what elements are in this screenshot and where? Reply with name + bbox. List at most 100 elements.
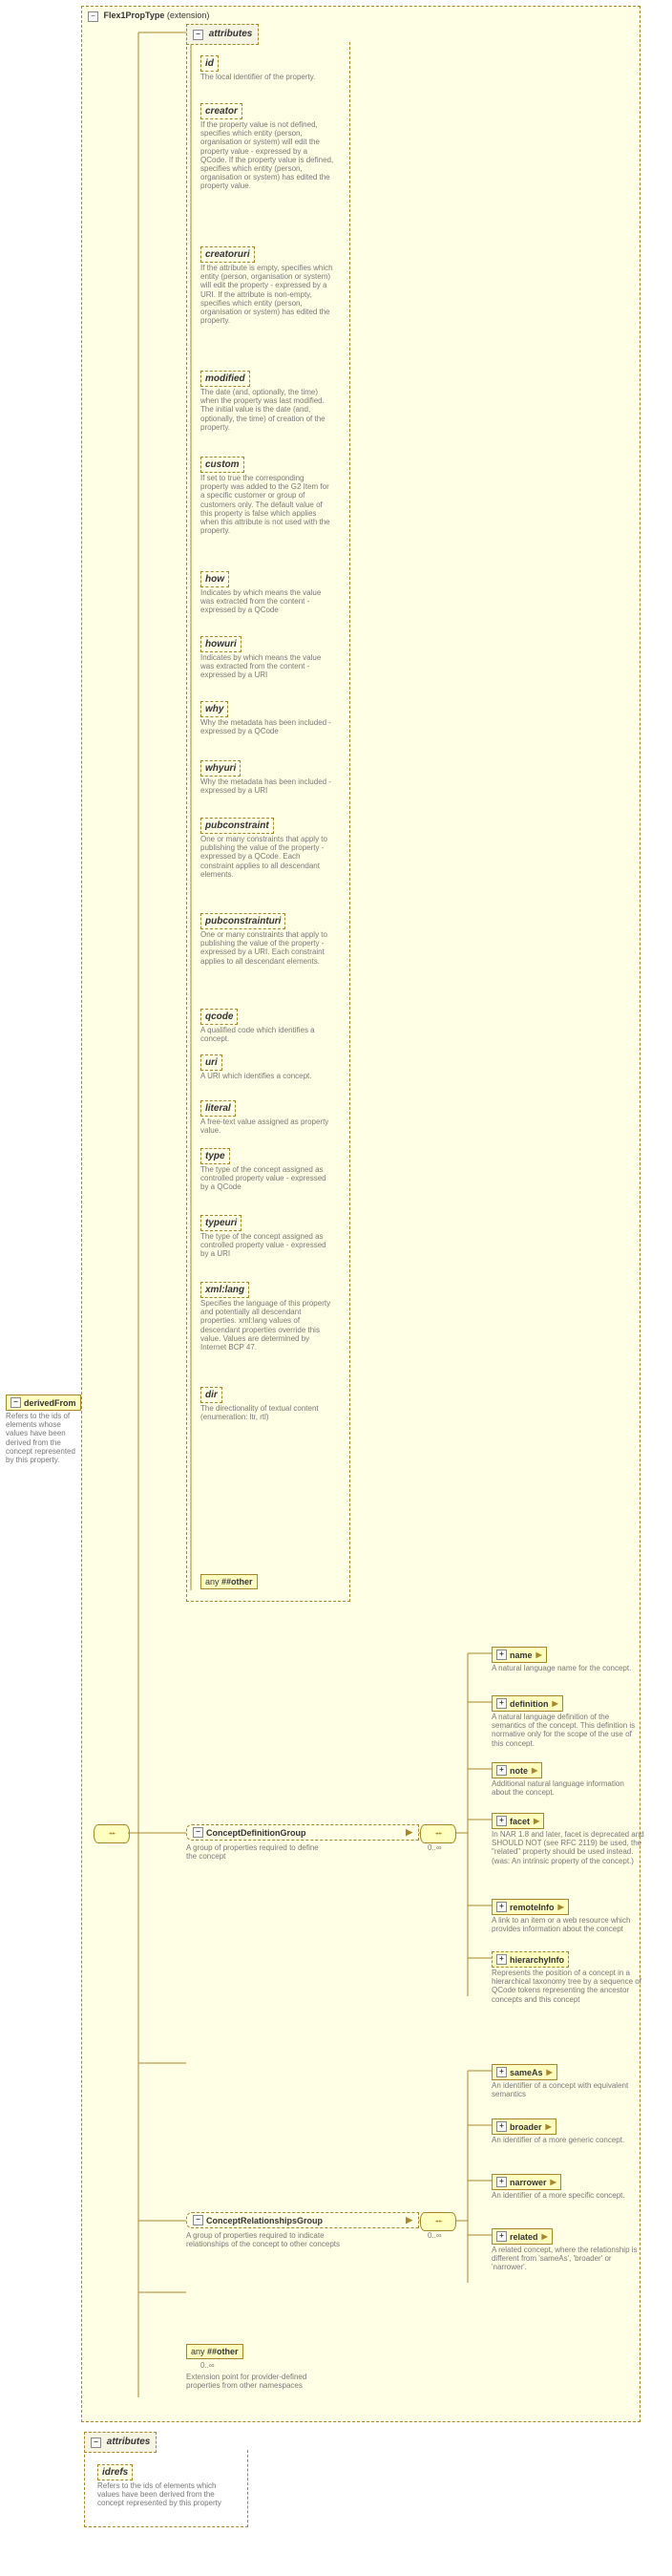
nav-arrow-icon: ▶ xyxy=(542,2232,548,2241)
rel-occurrence: 0..∞ xyxy=(428,2231,442,2240)
element-name: hierarchyInfo xyxy=(510,1955,564,1965)
attr-desc: One or many constraints that apply to pu… xyxy=(200,930,334,966)
attr-idrefs: idrefs xyxy=(97,2464,133,2480)
collapse-icon[interactable]: − xyxy=(193,1827,203,1838)
element-desc: A link to an item or a web resource whic… xyxy=(492,1916,644,1933)
element-desc: A natural language definition of the sem… xyxy=(492,1713,644,1748)
nav-arrow-icon: ▶ xyxy=(558,1903,564,1911)
expand-icon[interactable]: + xyxy=(496,1650,507,1660)
expand-icon[interactable]: + xyxy=(496,2231,507,2242)
element-name[interactable]: +name▶ xyxy=(492,1647,547,1663)
attr-custom: custom xyxy=(200,457,244,473)
attributes-label: attributes xyxy=(209,29,253,39)
element-name: narrower xyxy=(510,2178,547,2187)
any-attribute-top: any ##other xyxy=(200,1574,258,1589)
attr-desc: If the attribute is empty, specifies whi… xyxy=(200,264,334,325)
attr-desc: Why the metadata has been included - exp… xyxy=(200,777,334,795)
any-element-bottom: any ##other xyxy=(186,2344,243,2359)
collapse-icon[interactable]: − xyxy=(193,30,203,40)
attr-pubconstrainturi: pubconstrainturi xyxy=(200,913,285,929)
collapse-icon[interactable]: − xyxy=(91,2438,101,2448)
element-name: name xyxy=(510,1650,533,1660)
element-name: note xyxy=(510,1766,528,1776)
root-sequence: -•-•- xyxy=(94,1824,130,1843)
nav-arrow-icon: ▶ xyxy=(534,1817,539,1825)
element-facet[interactable]: +facet▶ xyxy=(492,1813,544,1829)
attr-desc: Why the metadata has been included - exp… xyxy=(200,718,334,735)
attr-desc: The date (and, optionally, the time) whe… xyxy=(200,388,334,432)
expand-icon[interactable]: + xyxy=(496,2121,507,2132)
element-desc: An identifier of a more specific concept… xyxy=(492,2191,644,2200)
expand-icon[interactable]: + xyxy=(496,2177,507,2187)
collapse-icon[interactable]: − xyxy=(10,1397,21,1408)
expand-icon[interactable]: + xyxy=(496,1816,507,1826)
attr-desc: A free-text value assigned as property v… xyxy=(200,1118,334,1135)
attr-id: id xyxy=(200,55,219,72)
element-definition[interactable]: +definition▶ xyxy=(492,1695,563,1712)
group-name: ConceptDefinitionGroup xyxy=(206,1828,306,1838)
extension-type-name: Flex1PropType xyxy=(104,11,165,20)
element-name: related xyxy=(510,2232,538,2242)
attr-literal: literal xyxy=(200,1100,236,1117)
element-related[interactable]: +related ▶ xyxy=(492,2228,553,2245)
def-sequence: -•-•- xyxy=(420,1824,456,1843)
group-description: A group of properties required to define… xyxy=(186,1843,329,1861)
attr-idrefs-desc: Refers to the ids of elements which valu… xyxy=(97,2481,231,2508)
attr-desc: If the property value is not defined, sp… xyxy=(200,120,334,191)
element-desc: In NAR 1.8 and later, facet is deprecate… xyxy=(492,1830,644,1865)
expand-icon[interactable]: + xyxy=(496,1765,507,1776)
attr-desc: The local identifier of the property. xyxy=(200,73,334,81)
element-broader[interactable]: +broader ▶ xyxy=(492,2118,556,2135)
nav-arrow-icon: ▶ xyxy=(406,2215,412,2225)
element-desc: A natural language name for the concept. xyxy=(492,1664,644,1672)
def-occurrence: 0..∞ xyxy=(428,1843,442,1852)
collapse-icon[interactable]: − xyxy=(193,2215,203,2225)
attr-desc: A URI which identifies a concept. xyxy=(200,1072,334,1080)
element-name: definition xyxy=(510,1699,549,1709)
root-description: Refers to the ids of elements whose valu… xyxy=(6,1412,80,1464)
element-desc: An identifier of a more generic concept. xyxy=(492,2136,644,2144)
collapse-icon[interactable]: − xyxy=(88,11,98,22)
root-element[interactable]: − derivedFrom xyxy=(6,1394,81,1411)
attr-creator: creator xyxy=(200,103,242,119)
attr-creatoruri: creatoruri xyxy=(200,246,255,263)
nav-arrow-icon: ▶ xyxy=(532,1766,537,1775)
element-sameas[interactable]: +sameAs▶ xyxy=(492,2064,557,2080)
any-bottom-desc: Extension point for provider-defined pro… xyxy=(186,2373,315,2390)
any-ns: ##other xyxy=(221,1577,253,1586)
attr-dir: dir xyxy=(200,1387,222,1403)
attr-desc: Indicates by which means the value was e… xyxy=(200,653,334,680)
attr-desc: If set to true the corresponding propert… xyxy=(200,474,334,535)
attr-desc: Specifies the language of this property … xyxy=(200,1299,334,1352)
element-note[interactable]: +note ▶ xyxy=(492,1762,542,1778)
attr-desc: The type of the concept assigned as cont… xyxy=(200,1232,334,1259)
any-label: any xyxy=(191,2347,207,2356)
element-remoteinfo[interactable]: +remoteInfo▶ xyxy=(492,1899,569,1915)
rel-sequence: -•-•- xyxy=(420,2212,456,2231)
concept-relationships-group[interactable]: − ConceptRelationshipsGroup ▶ xyxy=(186,2212,419,2228)
expand-icon[interactable]: + xyxy=(496,2067,507,2077)
concept-definition-group[interactable]: − ConceptDefinitionGroup ▶ xyxy=(186,1824,419,1841)
attr-type: type xyxy=(200,1148,230,1164)
extension-label: (extension) xyxy=(167,11,210,20)
nav-arrow-icon: ▶ xyxy=(547,2068,553,2076)
element-name: remoteInfo xyxy=(510,1903,555,1912)
element-desc: A related concept, where the relationshi… xyxy=(492,2246,644,2272)
expand-icon[interactable]: + xyxy=(496,1902,507,1912)
group-name: ConceptRelationshipsGroup xyxy=(206,2216,323,2225)
group-description: A group of properties required to indica… xyxy=(186,2231,348,2248)
expand-icon[interactable]: + xyxy=(496,1954,507,1965)
attr-typeuri: typeuri xyxy=(200,1215,242,1231)
element-narrower[interactable]: +narrower ▶ xyxy=(492,2174,561,2190)
element-name: broader xyxy=(510,2122,542,2132)
attr-qcode: qcode xyxy=(200,1009,238,1025)
attr-desc: Indicates by which means the value was e… xyxy=(200,588,334,615)
nav-arrow-icon: ▶ xyxy=(546,2122,552,2131)
any-label: any xyxy=(205,1577,221,1586)
any-ns: ##other xyxy=(207,2347,239,2356)
nav-arrow-icon: ▶ xyxy=(551,2178,556,2186)
attr-name: idrefs xyxy=(102,2467,128,2478)
extension-box: − Flex1PropType (extension) xyxy=(81,6,640,2422)
element-hierarchyinfo[interactable]: +hierarchyInfo xyxy=(492,1951,569,1968)
expand-icon[interactable]: + xyxy=(496,1698,507,1709)
